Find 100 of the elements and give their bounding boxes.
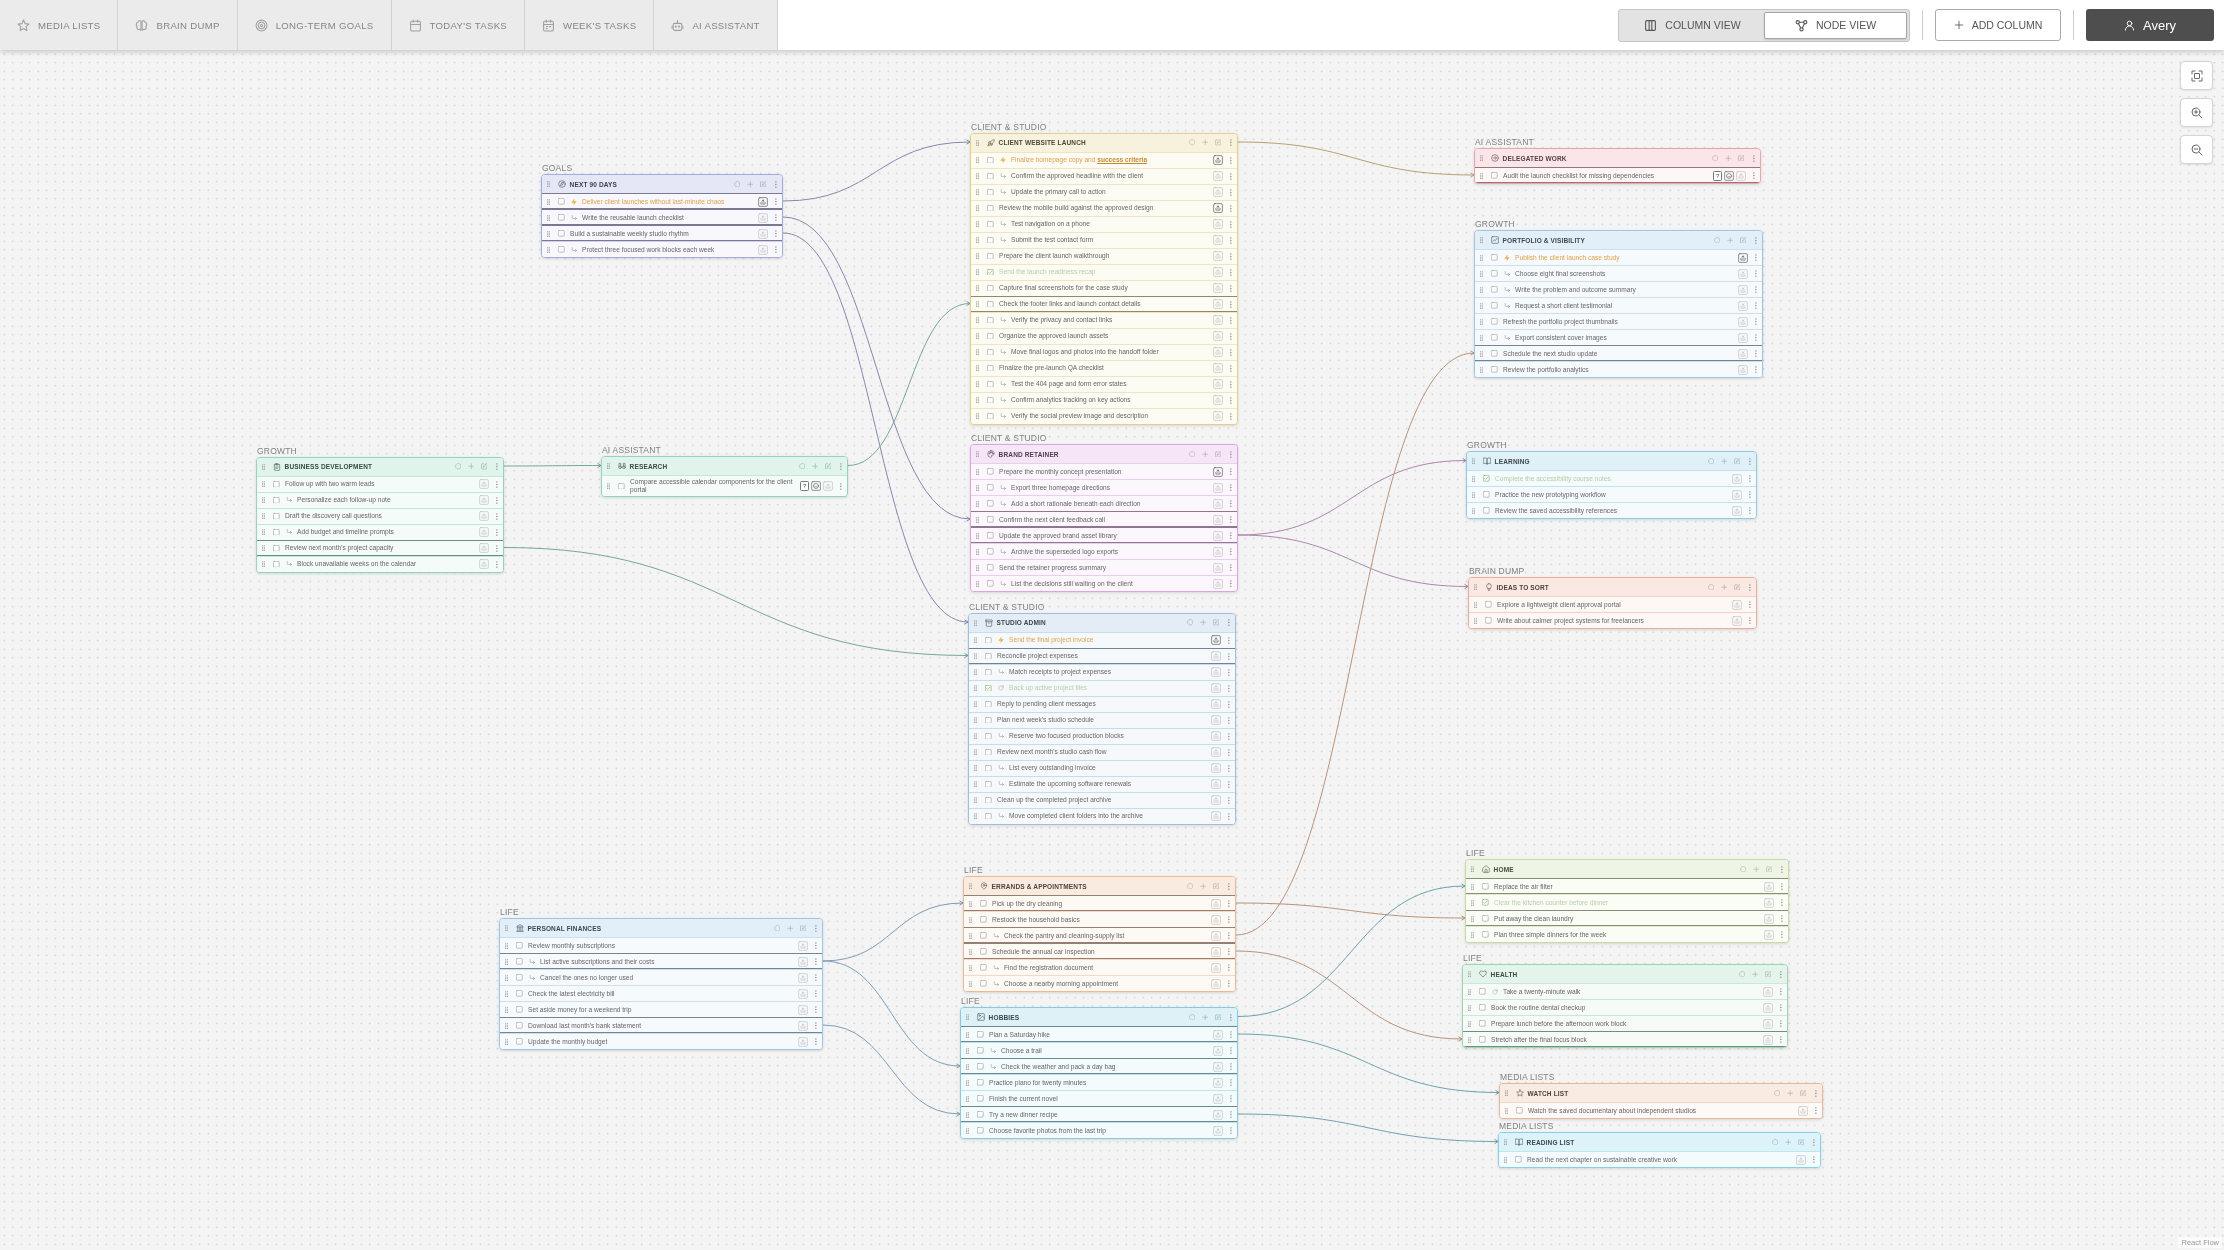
dashed-circle-icon[interactable] — [798, 462, 806, 470]
tray-icon[interactable] — [1213, 251, 1224, 261]
tray-icon[interactable] — [1763, 1034, 1774, 1045]
tray-icon[interactable] — [1738, 268, 1749, 279]
dashed-circle-icon[interactable] — [1711, 154, 1719, 162]
checkbox[interactable] — [1479, 1004, 1486, 1011]
drag-handle-icon[interactable] — [1471, 475, 1476, 482]
drag-handle-icon[interactable] — [1470, 931, 1475, 938]
plus-icon[interactable] — [1751, 970, 1759, 978]
drag-handle-icon[interactable] — [975, 500, 980, 507]
tray-icon[interactable] — [1211, 962, 1222, 973]
drag-handle-icon[interactable] — [975, 237, 980, 243]
checkbox[interactable] — [987, 172, 994, 180]
checkbox[interactable] — [558, 246, 565, 253]
checkbox[interactable] — [1482, 915, 1489, 922]
checkbox[interactable] — [987, 348, 994, 356]
tray-icon[interactable] — [1738, 252, 1749, 263]
checkbox[interactable] — [977, 1031, 984, 1038]
checkbox[interactable] — [1479, 988, 1486, 995]
drag-handle-icon[interactable] — [975, 564, 980, 571]
drag-handle-icon[interactable] — [975, 139, 980, 146]
tray-icon[interactable] — [1213, 363, 1224, 373]
tray-icon[interactable] — [1213, 395, 1224, 405]
checkbox[interactable] — [1483, 507, 1490, 514]
checkbox[interactable] — [1491, 318, 1498, 325]
drag-handle-icon[interactable] — [975, 365, 980, 371]
drag-handle-icon[interactable] — [1479, 270, 1484, 277]
drag-handle-icon[interactable] — [975, 173, 980, 179]
tray-icon[interactable] — [1211, 811, 1222, 821]
plus-icon[interactable] — [1726, 236, 1734, 244]
checkbox[interactable] — [987, 156, 994, 164]
drag-handle-icon[interactable] — [1467, 1020, 1472, 1027]
drag-handle-icon[interactable] — [504, 1038, 509, 1045]
smiley-icon[interactable] — [1724, 170, 1735, 181]
edit-icon[interactable] — [1737, 154, 1745, 162]
drag-handle-icon[interactable] — [965, 1063, 970, 1070]
tray-icon[interactable] — [798, 972, 809, 983]
dashed-circle-icon[interactable] — [1186, 619, 1194, 626]
dashed-circle-icon[interactable] — [1188, 450, 1196, 458]
checkbox[interactable] — [1485, 617, 1492, 624]
drag-handle-icon[interactable] — [965, 1031, 970, 1038]
tray-icon[interactable] — [1213, 187, 1224, 197]
drag-handle-icon[interactable] — [965, 1127, 970, 1134]
checkbox[interactable] — [987, 500, 994, 507]
tray-icon[interactable] — [1211, 731, 1222, 741]
drag-handle-icon[interactable] — [1479, 366, 1484, 373]
checkbox[interactable] — [1482, 883, 1489, 890]
drag-handle-icon[interactable] — [546, 214, 551, 221]
drag-handle-icon[interactable] — [968, 916, 973, 923]
drag-handle-icon[interactable] — [975, 205, 980, 211]
checkbox[interactable] — [987, 220, 994, 228]
checkbox[interactable] — [1491, 302, 1498, 309]
drag-handle-icon[interactable] — [606, 463, 611, 469]
checkbox[interactable] — [985, 652, 992, 660]
plus-icon[interactable] — [1784, 1138, 1792, 1146]
plus-icon[interactable] — [1201, 139, 1209, 146]
drag-handle-icon[interactable] — [973, 669, 978, 675]
tray-icon[interactable] — [1213, 530, 1224, 541]
drag-handle-icon[interactable] — [1470, 883, 1475, 890]
drag-handle-icon[interactable] — [504, 1006, 509, 1013]
tray-icon[interactable] — [1211, 747, 1222, 757]
tray-icon[interactable] — [1213, 155, 1224, 165]
tray-icon[interactable] — [1798, 1105, 1809, 1116]
drag-handle-icon[interactable] — [975, 516, 980, 523]
drag-handle-icon[interactable] — [965, 1047, 970, 1054]
tray-icon[interactable] — [1764, 929, 1775, 940]
drag-handle-icon[interactable] — [973, 701, 978, 707]
plus-icon[interactable] — [1752, 865, 1760, 873]
drag-handle-icon[interactable] — [1479, 334, 1484, 341]
checkbox[interactable] — [1491, 286, 1498, 293]
checkbox[interactable] — [985, 796, 992, 804]
dashed-circle-icon[interactable] — [1188, 1013, 1196, 1021]
edit-icon[interactable] — [1799, 1089, 1807, 1097]
checkbox[interactable] — [516, 1022, 523, 1029]
checkbox[interactable] — [987, 204, 994, 212]
dashed-circle-icon[interactable] — [1713, 236, 1721, 244]
drag-handle-icon[interactable] — [975, 349, 980, 355]
tray-icon[interactable] — [1213, 1061, 1224, 1072]
tray-icon[interactable] — [1211, 667, 1222, 677]
plus-icon[interactable] — [1199, 882, 1207, 890]
drag-handle-icon[interactable] — [1503, 1156, 1508, 1163]
checkbox[interactable] — [273, 496, 280, 504]
checkbox[interactable] — [987, 396, 994, 404]
tray-icon[interactable] — [479, 495, 490, 505]
drag-handle-icon[interactable] — [973, 619, 978, 626]
tray-icon[interactable] — [1213, 562, 1224, 573]
tray-icon[interactable] — [1213, 578, 1224, 589]
drag-handle-icon[interactable] — [1479, 302, 1484, 309]
tray-icon[interactable] — [1211, 763, 1222, 773]
checkbox[interactable] — [558, 230, 565, 237]
tray-icon[interactable] — [1211, 795, 1222, 805]
drag-handle-icon[interactable] — [261, 481, 266, 487]
dashed-circle-icon[interactable] — [454, 463, 462, 470]
tray-icon[interactable] — [1764, 897, 1775, 908]
tray-icon[interactable] — [1211, 635, 1222, 645]
checkbox[interactable] — [516, 1006, 523, 1013]
tray-icon[interactable] — [798, 1004, 809, 1015]
checkbox[interactable] — [1483, 491, 1490, 498]
edit-icon[interactable] — [1212, 619, 1220, 626]
checkbox[interactable] — [987, 300, 994, 308]
